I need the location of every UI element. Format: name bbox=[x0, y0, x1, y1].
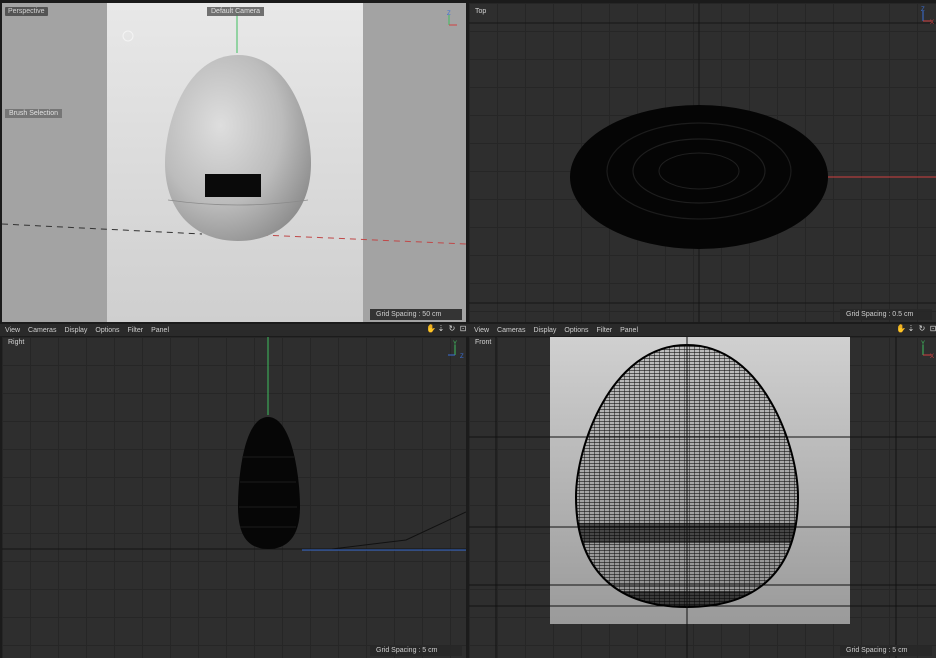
top-scene bbox=[469, 3, 936, 322]
viewport-label-perspective: Perspective bbox=[5, 7, 48, 16]
brush-selection-label[interactable]: Brush Selection bbox=[5, 109, 63, 118]
left-backdrop-panel bbox=[2, 3, 107, 322]
menubar-front-view: View Cameras Display Options Filter Pane… bbox=[469, 324, 936, 336]
axis-gizmo-perspective: Z bbox=[438, 9, 460, 31]
axis-gizmo-top: Z X bbox=[912, 5, 934, 27]
menu-cameras[interactable]: Cameras bbox=[497, 327, 525, 334]
front-scene bbox=[469, 337, 936, 658]
svg-text:X: X bbox=[930, 354, 934, 360]
right-backdrop-panel bbox=[363, 3, 466, 322]
rotate-icon[interactable]: ↻ bbox=[918, 325, 926, 333]
viewport-top[interactable]: Top Z X Grid Spacing : 0.5 cm bbox=[469, 3, 936, 322]
menu-view[interactable]: View bbox=[474, 327, 489, 334]
dolly-icon[interactable]: ⇣ bbox=[907, 325, 915, 333]
viewport-label-right: Right bbox=[8, 339, 25, 346]
menubar-right-view: View Cameras Display Options Filter Pane… bbox=[0, 324, 471, 336]
svg-text:X: X bbox=[930, 20, 934, 26]
nav-icons-front: ✋ ⇣ ↻ ⊡ bbox=[896, 325, 936, 333]
menu-options[interactable]: Options bbox=[95, 327, 119, 334]
svg-text:Z: Z bbox=[921, 7, 925, 13]
svg-text:Z: Z bbox=[460, 354, 464, 360]
svg-text:Y: Y bbox=[453, 341, 457, 347]
grid-spacing-right: Grid Spacing : 5 cm bbox=[370, 645, 462, 656]
dolly-icon[interactable]: ⇣ bbox=[437, 325, 445, 333]
egg-side-silhouette bbox=[238, 417, 300, 549]
menu-panel[interactable]: Panel bbox=[620, 327, 638, 334]
nav-icons-right: ✋ ⇣ ↻ ⊡ bbox=[426, 325, 467, 333]
viewport-front[interactable]: Front Y X Grid Spacing : 5 cm bbox=[469, 337, 936, 658]
viewport-perspective[interactable]: Perspective Default Camera Brush Selecti… bbox=[2, 3, 466, 322]
menu-options[interactable]: Options bbox=[564, 327, 588, 334]
maximize-icon[interactable]: ⊡ bbox=[459, 325, 467, 333]
maximize-icon[interactable]: ⊡ bbox=[929, 325, 936, 333]
grid-spacing-perspective: Grid Spacing : 50 cm bbox=[370, 309, 462, 320]
hand-icon[interactable]: ✋ bbox=[426, 325, 436, 333]
svg-text:Y: Y bbox=[921, 341, 925, 347]
viewport-label-front: Front bbox=[475, 339, 492, 346]
egg-label-panel bbox=[205, 174, 261, 197]
grid-spacing-top: Grid Spacing : 0.5 cm bbox=[840, 309, 932, 320]
menu-panel[interactable]: Panel bbox=[151, 327, 169, 334]
default-camera-button[interactable]: Default Camera bbox=[207, 7, 265, 16]
menu-view[interactable]: View bbox=[5, 327, 20, 334]
axis-gizmo-right: Y Z bbox=[444, 339, 466, 361]
menu-filter[interactable]: Filter bbox=[128, 327, 144, 334]
hand-icon[interactable]: ✋ bbox=[896, 325, 906, 333]
right-scene bbox=[2, 337, 466, 551]
menu-display[interactable]: Display bbox=[533, 327, 556, 334]
right-camera-line bbox=[331, 511, 466, 550]
egg-top-silhouette bbox=[570, 105, 828, 249]
menu-filter[interactable]: Filter bbox=[597, 327, 613, 334]
rotate-icon[interactable]: ↻ bbox=[448, 325, 456, 333]
gizmo-z-label: Z bbox=[447, 11, 451, 17]
viewport-right[interactable]: Right Y Z Grid Spacing : 5 cm bbox=[2, 337, 466, 658]
perspective-scene bbox=[2, 3, 466, 322]
axis-gizmo-front: Y X bbox=[912, 339, 934, 361]
menu-display[interactable]: Display bbox=[64, 327, 87, 334]
viewport-label-top: Top bbox=[475, 8, 487, 15]
grid-spacing-front: Grid Spacing : 5 cm bbox=[840, 645, 932, 656]
menu-cameras[interactable]: Cameras bbox=[28, 327, 56, 334]
